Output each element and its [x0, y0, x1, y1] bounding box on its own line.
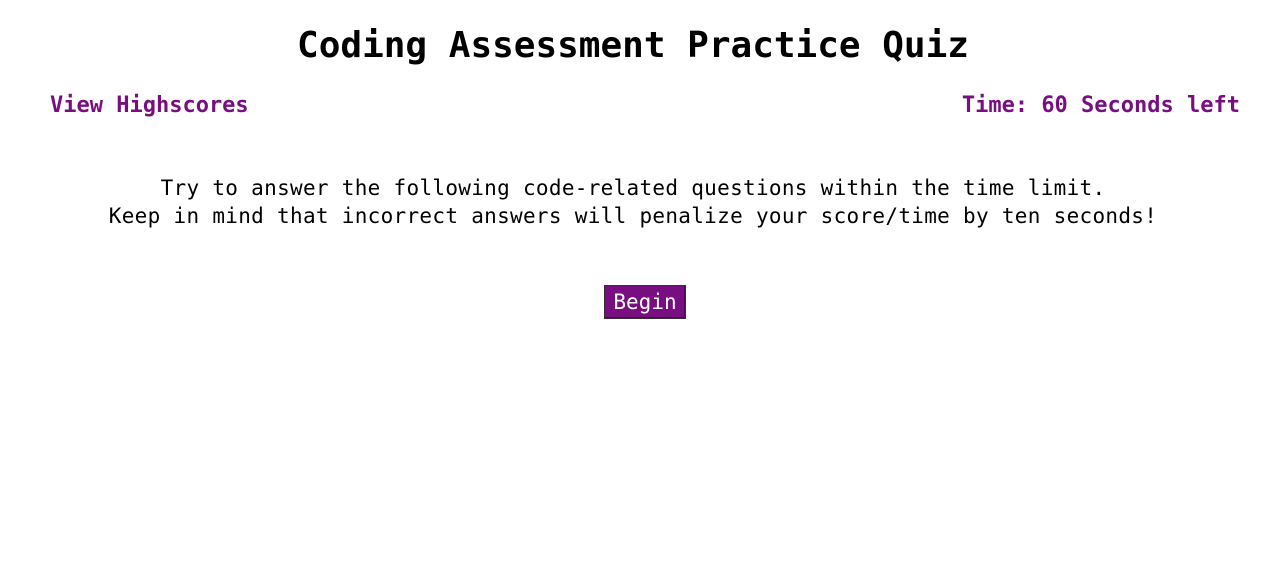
- quiz-page: Coding Assessment Practice Quiz View Hig…: [0, 0, 1266, 568]
- instructions-line-2: Keep in mind that incorrect answers will…: [108, 204, 1158, 228]
- page-title: Coding Assessment Practice Quiz: [297, 25, 969, 66]
- view-highscores-link[interactable]: View Highscores: [50, 93, 249, 118]
- timer-display: Time: 60 Seconds left: [961, 92, 1240, 118]
- begin-button-container: Begin: [0, 285, 1266, 319]
- instructions: Try to answer the following code-related…: [0, 174, 1266, 230]
- begin-button[interactable]: Begin: [604, 285, 686, 319]
- top-bar: View Highscores Time: 60 Seconds left: [50, 90, 1240, 120]
- instructions-line-1: Try to answer the following code-related…: [160, 176, 1106, 200]
